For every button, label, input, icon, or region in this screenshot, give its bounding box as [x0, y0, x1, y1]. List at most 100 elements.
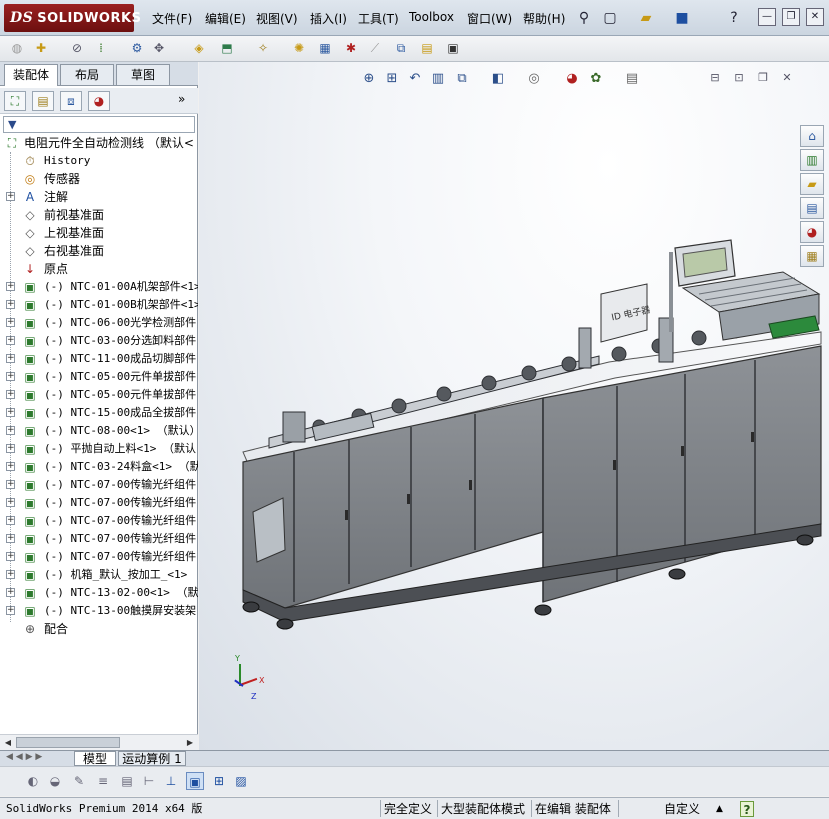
tree-item[interactable]: + ▣ (-) NTC-01-00A机架部件<1> — [0, 278, 198, 296]
save-icon[interactable]: ■ — [672, 8, 692, 28]
expand-toggle-icon[interactable]: + — [6, 300, 15, 309]
tree-item[interactable]: + ▣ (-) NTC-05-00元件单拔部件 — [0, 386, 198, 404]
expand-toggle-icon[interactable]: + — [6, 336, 15, 345]
layer-icon[interactable]: ⊥ — [162, 772, 180, 790]
tree-item[interactable]: ↓ 原点 — [0, 260, 198, 278]
line-style-icon[interactable]: ≡ — [94, 772, 112, 790]
mate-icon[interactable]: ⊘ — [68, 39, 86, 57]
menu-tools[interactable]: 工具(T) — [358, 10, 399, 27]
tree-item[interactable]: + ▣ (-) NTC-15-00成品全拔部件 — [0, 404, 198, 422]
tab-motion-study-1[interactable]: 运动算例 1 — [118, 751, 186, 766]
tree-item[interactable]: + ▣ (-) NTC-07-00传输光纤组件 — [0, 512, 198, 530]
tree-item[interactable]: ⏱ History — [0, 152, 198, 170]
tree-item[interactable]: ⊕ 配合 — [0, 620, 198, 638]
expand-toggle-icon[interactable]: + — [6, 534, 15, 543]
exploded-view-icon[interactable]: ✱ — [342, 39, 360, 57]
display-manager-icon[interactable]: ◕ — [88, 91, 110, 111]
expand-toggle-icon[interactable]: + — [6, 192, 15, 201]
tree-item[interactable]: ◇ 前视基准面 — [0, 206, 198, 224]
status-help-button[interactable]: ? — [740, 801, 754, 817]
expand-toggle-icon[interactable]: + — [6, 480, 15, 489]
clearance-verification-icon[interactable]: ▤ — [418, 39, 436, 57]
expand-toggle-icon[interactable]: + — [6, 408, 15, 417]
tree-item[interactable]: + ▣ (-) NTC-07-00传输光纤组件 — [0, 476, 198, 494]
units-dropdown-icon[interactable]: ▲ — [716, 801, 723, 817]
scroll-right-arrow-icon[interactable]: ▶ — [183, 736, 197, 749]
menu-file[interactable]: 文件(F) — [152, 10, 192, 27]
expand-toggle-icon[interactable]: + — [6, 426, 15, 435]
scrollbar-thumb[interactable] — [16, 737, 120, 748]
dimension-icon[interactable]: ⊢ — [140, 772, 158, 790]
instant3d-icon[interactable]: ▣ — [444, 39, 462, 57]
expand-panel-chevron-icon[interactable]: » — [178, 92, 185, 106]
expand-toggle-icon[interactable]: + — [6, 552, 15, 561]
assembly-3d-model[interactable]: ID 电子器 — [199, 62, 829, 750]
tree-item[interactable]: + ▣ (-) NTC-08-00<1> （默认） — [0, 422, 198, 440]
tab-sketch[interactable]: 草图 — [116, 64, 170, 85]
tab-scroll-arrows-icon[interactable]: ◀ ◀ ▶ ▶ — [6, 752, 42, 762]
tree-item[interactable]: + ▣ (-) NTC-13-02-00<1> （默认 — [0, 584, 198, 602]
linear-pattern-icon[interactable]: ⁞ — [92, 39, 110, 57]
bill-of-materials-icon[interactable]: ▦ — [316, 39, 334, 57]
tree-item[interactable]: + ▣ (-) NTC-11-00成品切脚部件 — [0, 350, 198, 368]
menu-toolbox[interactable]: Toolbox — [409, 10, 454, 24]
solidworks-logo[interactable]: DS SOLIDWORKS — [4, 4, 141, 32]
smart-fasteners-icon[interactable]: ⚙ — [128, 39, 146, 57]
tree-horizontal-scrollbar[interactable]: ◀ ▶ — [0, 734, 198, 750]
tree-item[interactable]: + ▣ (-) NTC-07-00传输光纤组件 — [0, 548, 198, 566]
propertymanager-icon[interactable]: ▤ — [32, 91, 54, 111]
assembly-features-icon[interactable]: ⬒ — [218, 39, 236, 57]
tree-item[interactable]: ◇ 上视基准面 — [0, 224, 198, 242]
expand-toggle-icon[interactable]: + — [6, 462, 15, 471]
interference-detection-icon[interactable]: ⧉ — [392, 39, 410, 57]
menu-window[interactable]: 窗口(W) — [467, 10, 512, 27]
tree-item[interactable]: + ▣ (-) NTC-06-00光学检测部件 — [0, 314, 198, 332]
tree-item[interactable]: + ▣ (-) 平抛自动上料<1> （默认 — [0, 440, 198, 458]
tab-layout[interactable]: 布局 — [60, 64, 114, 85]
expand-toggle-icon[interactable]: + — [6, 588, 15, 597]
visibility-icon[interactable]: ◐ — [24, 772, 42, 790]
status-large-assembly-mode[interactable]: 大型装配体模式 — [441, 801, 525, 817]
menu-view[interactable]: 视图(V) — [256, 10, 298, 27]
tree-item[interactable]: ◎ 传感器 — [0, 170, 198, 188]
tree-item[interactable]: + ▣ (-) NTC-07-00传输光纤组件 — [0, 494, 198, 512]
close-window-button[interactable]: ✕ — [806, 8, 824, 26]
tree-filter-input[interactable]: ▼ — [3, 116, 195, 133]
expand-toggle-icon[interactable]: + — [6, 282, 15, 291]
tree-item[interactable]: + ▣ (-) NTC-03-00分选卸料部件 — [0, 332, 198, 350]
expand-toggle-icon[interactable]: + — [6, 372, 15, 381]
shaded-display-icon[interactable]: ▣ — [186, 772, 204, 790]
expand-toggle-icon[interactable]: + — [6, 318, 15, 327]
scroll-left-arrow-icon[interactable]: ◀ — [1, 736, 15, 749]
expand-toggle-icon[interactable]: + — [6, 606, 15, 615]
new-motion-study-icon[interactable]: ✺ — [290, 39, 308, 57]
tree-item[interactable]: + A 注解 — [0, 188, 198, 206]
featuremanager-tree-icon[interactable]: ⛶ — [4, 91, 26, 111]
menu-insert[interactable]: 插入(I) — [310, 10, 347, 27]
transparency-icon[interactable]: ◒ — [46, 772, 64, 790]
insert-component-icon[interactable]: ✚ — [32, 39, 50, 57]
new-document-icon[interactable]: ▢ — [600, 8, 620, 28]
tree-item[interactable]: + ▣ (-) NTC-03-24料盒<1> （默认 — [0, 458, 198, 476]
tree-root-assembly[interactable]: ⛶ 电阻元件全自动检测线 （默认< — [0, 134, 198, 152]
render-icon[interactable]: ▨ — [232, 772, 250, 790]
tree-item[interactable]: ◇ 右视基准面 — [0, 242, 198, 260]
reference-geometry-icon[interactable]: ✧ — [254, 39, 272, 57]
tree-item[interactable]: + ▣ (-) NTC-13-00触摸屏安装架 — [0, 602, 198, 620]
tree-item[interactable]: + ▣ (-) 机箱_默认_按加工_<1> — [0, 566, 198, 584]
status-units-custom[interactable]: 自定义 — [664, 801, 700, 817]
expand-toggle-icon[interactable]: + — [6, 570, 15, 579]
tree-item[interactable]: + ▣ (-) NTC-05-00元件单拔部件 — [0, 368, 198, 386]
show-hidden-icon[interactable]: ◈ — [190, 39, 208, 57]
tab-model[interactable]: 模型 — [74, 751, 116, 766]
new-part-icon[interactable]: ◍ — [8, 39, 26, 57]
table-icon[interactable]: ⊞ — [210, 772, 228, 790]
configurationmanager-icon[interactable]: ⧈ — [60, 91, 82, 111]
pin-icon[interactable]: ⚲ — [574, 8, 594, 28]
explode-line-sketch-icon[interactable]: ⟋ — [366, 39, 384, 57]
menu-edit[interactable]: 编辑(E) — [205, 10, 246, 27]
minimize-window-button[interactable]: — — [758, 8, 776, 26]
color-icon[interactable]: ✎ — [70, 772, 88, 790]
menu-help[interactable]: 帮助(H) — [523, 10, 565, 27]
graphics-viewport[interactable]: ⊕ ⊞ ↶ ▥ ⧉ ◧ ◎ ◕ ✿ ▤ ⊟ ⊡ ❐ ✕ ⌂ ▥ ▰ ▤ ◕ ▦ — [199, 62, 829, 750]
